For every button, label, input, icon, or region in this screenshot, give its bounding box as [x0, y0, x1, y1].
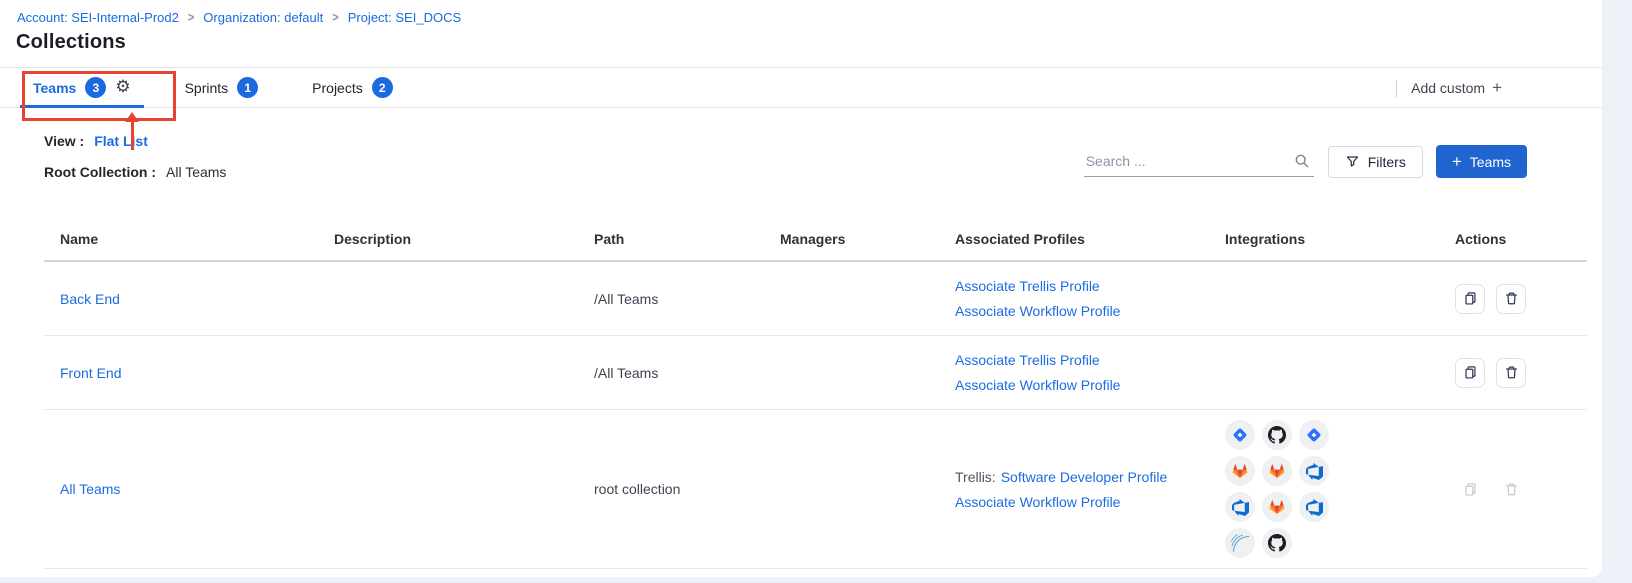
plus-icon: +: [1452, 152, 1462, 172]
collection-name-link[interactable]: All Teams: [60, 481, 120, 497]
associate-workflow-profile-link[interactable]: Associate Workflow Profile: [955, 494, 1193, 510]
copy-icon: [1463, 365, 1478, 380]
associated-profiles-cell: Associate Trellis Profile Associate Work…: [939, 278, 1209, 319]
azure-devops-icon: [1299, 492, 1329, 522]
tab-teams-label: Teams: [33, 80, 76, 96]
breadcrumb-organization[interactable]: Organization: default: [203, 10, 323, 25]
sonarqube-icon: [1225, 528, 1255, 558]
gitlab-icon: [1225, 456, 1255, 486]
actions-cell: [1439, 284, 1587, 314]
column-header-integrations: Integrations: [1209, 231, 1439, 247]
path-cell: /All Teams: [578, 365, 764, 381]
root-collection-label: Root Collection :: [44, 164, 156, 180]
copy-button[interactable]: [1455, 284, 1485, 314]
add-teams-button-label: Teams: [1470, 154, 1511, 170]
path-cell: root collection: [578, 481, 764, 497]
associate-workflow-profile-link[interactable]: Associate Workflow Profile: [955, 377, 1193, 393]
integrations-cell: [1225, 363, 1423, 383]
trash-icon: [1504, 291, 1519, 306]
tab-sprints-label: Sprints: [185, 80, 229, 96]
root-collection-value: All Teams: [166, 164, 226, 180]
search-input[interactable]: [1084, 146, 1314, 177]
chevron-right-icon: >: [332, 10, 338, 24]
main-panel: Account: SEI-Internal-Prod2 > Organizati…: [0, 0, 1602, 577]
tab-projects-count-badge: 2: [372, 77, 393, 98]
column-header-actions: Actions: [1439, 231, 1587, 247]
tab-bar: Teams 3 ⚙ Sprints 1 Projects 2 Add custo…: [0, 67, 1602, 108]
search-box: [1084, 146, 1314, 177]
path-cell: /All Teams: [578, 291, 764, 307]
tab-sprints[interactable]: Sprints 1: [172, 68, 272, 107]
filters-button[interactable]: Filters: [1328, 146, 1423, 178]
chevron-right-icon: >: [188, 10, 194, 24]
integrations-cell: [1225, 289, 1423, 309]
column-header-managers: Managers: [764, 231, 939, 247]
associated-profiles-cell: Trellis: Software Developer Profile Assoc…: [939, 469, 1209, 510]
view-label: View :: [44, 133, 84, 149]
copy-icon: [1463, 291, 1478, 306]
filter-funnel-icon: [1345, 154, 1360, 169]
collections-table: Name Description Path Managers Associate…: [44, 218, 1587, 569]
tab-sprints-count-badge: 1: [237, 77, 258, 98]
add-custom-label: Add custom: [1411, 80, 1485, 96]
azure-devops-icon: [1299, 456, 1329, 486]
associate-trellis-profile-link[interactable]: Associate Trellis Profile: [955, 352, 1100, 368]
trash-icon: [1504, 482, 1519, 497]
tab-projects-label: Projects: [312, 80, 363, 96]
breadcrumb: Account: SEI-Internal-Prod2 > Organizati…: [0, 0, 1602, 25]
gitlab-icon: [1262, 492, 1292, 522]
page-title: Collections: [0, 25, 1602, 54]
table-row: Front End /All Teams Associate Trellis P…: [44, 336, 1587, 410]
search-icon: [1294, 153, 1310, 169]
column-header-path: Path: [578, 231, 764, 247]
column-header-description: Description: [318, 231, 578, 247]
column-header-associated-profiles: Associated Profiles: [939, 231, 1209, 247]
tab-teams-count-badge: 3: [85, 77, 106, 98]
trellis-profile-link[interactable]: Software Developer Profile: [1001, 469, 1168, 485]
table-row: All Teams root collection Trellis: Softwa…: [44, 410, 1587, 569]
trash-icon: [1504, 365, 1519, 380]
toolbar: View : Flat List Root Collection : All T…: [0, 108, 1602, 204]
delete-button[interactable]: [1496, 284, 1526, 314]
breadcrumb-account[interactable]: Account: SEI-Internal-Prod2: [17, 10, 179, 25]
add-custom-button[interactable]: Add custom +: [1411, 78, 1502, 98]
jira-icon: [1299, 420, 1329, 450]
add-teams-button[interactable]: + Teams: [1436, 145, 1527, 178]
actions-cell: [1439, 474, 1587, 504]
divider: [1396, 80, 1397, 97]
collection-name-link[interactable]: Front End: [60, 365, 121, 381]
github-icon: [1262, 528, 1292, 558]
breadcrumb-project[interactable]: Project: SEI_DOCS: [348, 10, 461, 25]
jira-icon: [1225, 420, 1255, 450]
view-flat-list-link[interactable]: Flat List: [94, 133, 148, 149]
tab-projects[interactable]: Projects 2: [299, 68, 406, 107]
copy-icon: [1463, 482, 1478, 497]
copy-button[interactable]: [1455, 358, 1485, 388]
copy-button-disabled: [1455, 474, 1485, 504]
table-row: Back End /All Teams Associate Trellis Pr…: [44, 262, 1587, 336]
plus-icon: +: [1492, 78, 1502, 98]
github-icon: [1262, 420, 1292, 450]
associated-profiles-cell: Associate Trellis Profile Associate Work…: [939, 352, 1209, 393]
associate-trellis-profile-link[interactable]: Associate Trellis Profile: [955, 278, 1100, 294]
associate-workflow-profile-link[interactable]: Associate Workflow Profile: [955, 303, 1193, 319]
collection-name-link[interactable]: Back End: [60, 291, 120, 307]
gear-icon[interactable]: ⚙: [115, 79, 130, 96]
table-header-row: Name Description Path Managers Associate…: [44, 218, 1587, 262]
delete-button[interactable]: [1496, 358, 1526, 388]
actions-cell: [1439, 358, 1587, 388]
filters-button-label: Filters: [1368, 154, 1406, 170]
integrations-cell: [1225, 410, 1423, 568]
trellis-prefix-label: Trellis:: [955, 469, 996, 485]
tab-teams[interactable]: Teams 3 ⚙: [20, 68, 144, 107]
azure-devops-icon: [1225, 492, 1255, 522]
gitlab-icon: [1262, 456, 1292, 486]
delete-button-disabled: [1496, 474, 1526, 504]
column-header-name: Name: [44, 231, 318, 247]
